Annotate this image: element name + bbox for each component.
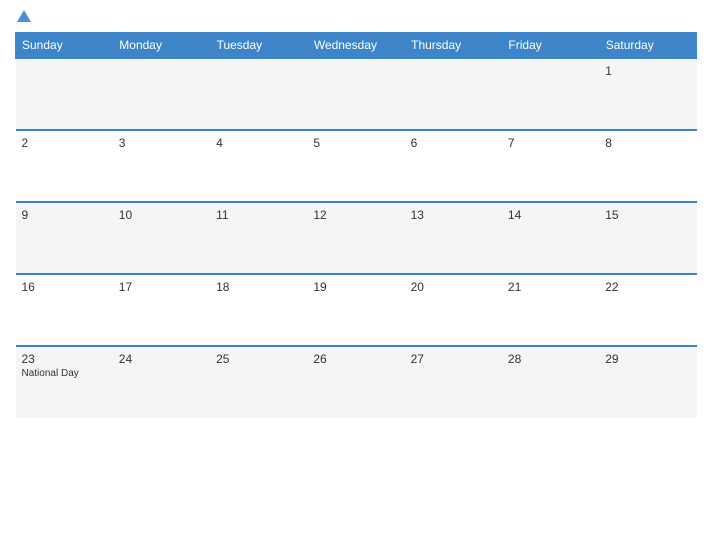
weekday-header-saturday: Saturday — [599, 33, 696, 59]
logo — [15, 10, 31, 24]
day-number: 21 — [508, 280, 593, 294]
calendar-cell — [405, 58, 502, 130]
weekday-header-monday: Monday — [113, 33, 210, 59]
calendar-week-row: 9 10 11 12 13 14 15 — [16, 202, 697, 274]
day-number: 14 — [508, 208, 593, 222]
day-number: 25 — [216, 352, 301, 366]
calendar-cell: 6 — [405, 130, 502, 202]
weekday-header-sunday: Sunday — [16, 33, 113, 59]
calendar-week-row: 2345678 — [16, 130, 697, 202]
day-number: 7 — [508, 136, 593, 150]
calendar-cell: 10 — [113, 202, 210, 274]
day-number: 3 — [119, 136, 204, 150]
calendar-cell — [113, 58, 210, 130]
day-number: 23 — [22, 352, 107, 366]
calendar-cell: 9 — [16, 202, 113, 274]
day-number: 5 — [313, 136, 398, 150]
calendar-cell: 28 — [502, 346, 599, 418]
calendar-cell: 3 — [113, 130, 210, 202]
day-number: 2 — [22, 136, 107, 150]
weekday-header-thursday: Thursday — [405, 33, 502, 59]
calendar-cell: 23 National Day — [16, 346, 113, 418]
day-number: 1 — [605, 64, 690, 78]
day-number: 12 — [313, 208, 398, 222]
day-number: 18 — [216, 280, 301, 294]
calendar-cell — [502, 58, 599, 130]
calendar-cell: 25 — [210, 346, 307, 418]
calendar-cell: 8 — [599, 130, 696, 202]
calendar-cell: 22 — [599, 274, 696, 346]
calendar-week-row: 16 17 18 19 20 21 22 — [16, 274, 697, 346]
calendar-cell: 11 — [210, 202, 307, 274]
calendar-cell: 15 — [599, 202, 696, 274]
day-number: 9 — [22, 208, 107, 222]
calendar-cell: 29 — [599, 346, 696, 418]
day-number: 16 — [22, 280, 107, 294]
day-number: 28 — [508, 352, 593, 366]
weekday-header-row: SundayMondayTuesdayWednesdayThursdayFrid… — [16, 33, 697, 59]
day-number: 26 — [313, 352, 398, 366]
day-number: 22 — [605, 280, 690, 294]
day-number: 27 — [411, 352, 496, 366]
calendar-cell: 20 — [405, 274, 502, 346]
calendar-cell: 24 — [113, 346, 210, 418]
calendar-cell: 4 — [210, 130, 307, 202]
calendar-cell: 26 — [307, 346, 404, 418]
calendar-cell — [210, 58, 307, 130]
calendar-cell: 12 — [307, 202, 404, 274]
calendar-cell: 27 — [405, 346, 502, 418]
day-number: 29 — [605, 352, 690, 366]
calendar-week-row: 1 — [16, 58, 697, 130]
calendar-header — [15, 10, 697, 24]
day-number: 20 — [411, 280, 496, 294]
calendar-cell — [16, 58, 113, 130]
day-number: 15 — [605, 208, 690, 222]
calendar-cell: 14 — [502, 202, 599, 274]
calendar-container: SundayMondayTuesdayWednesdayThursdayFrid… — [0, 0, 712, 550]
calendar-grid: SundayMondayTuesdayWednesdayThursdayFrid… — [15, 32, 697, 418]
day-number: 10 — [119, 208, 204, 222]
calendar-cell: 16 — [16, 274, 113, 346]
calendar-cell — [307, 58, 404, 130]
day-number: 11 — [216, 208, 301, 222]
calendar-cell: 5 — [307, 130, 404, 202]
weekday-header-tuesday: Tuesday — [210, 33, 307, 59]
weekday-header-wednesday: Wednesday — [307, 33, 404, 59]
logo-triangle-icon — [17, 10, 31, 22]
calendar-cell: 18 — [210, 274, 307, 346]
calendar-cell: 17 — [113, 274, 210, 346]
day-number: 6 — [411, 136, 496, 150]
calendar-cell: 13 — [405, 202, 502, 274]
calendar-week-row: 23 National Day 24 25 26 27 28 29 — [16, 346, 697, 418]
calendar-cell: 19 — [307, 274, 404, 346]
calendar-cell: 2 — [16, 130, 113, 202]
day-number: 17 — [119, 280, 204, 294]
weekday-header-friday: Friday — [502, 33, 599, 59]
day-number: 8 — [605, 136, 690, 150]
calendar-cell: 1 — [599, 58, 696, 130]
day-number: 4 — [216, 136, 301, 150]
calendar-cell: 7 — [502, 130, 599, 202]
calendar-cell: 21 — [502, 274, 599, 346]
holiday-label: National Day — [22, 368, 107, 379]
day-number: 13 — [411, 208, 496, 222]
day-number: 24 — [119, 352, 204, 366]
day-number: 19 — [313, 280, 398, 294]
